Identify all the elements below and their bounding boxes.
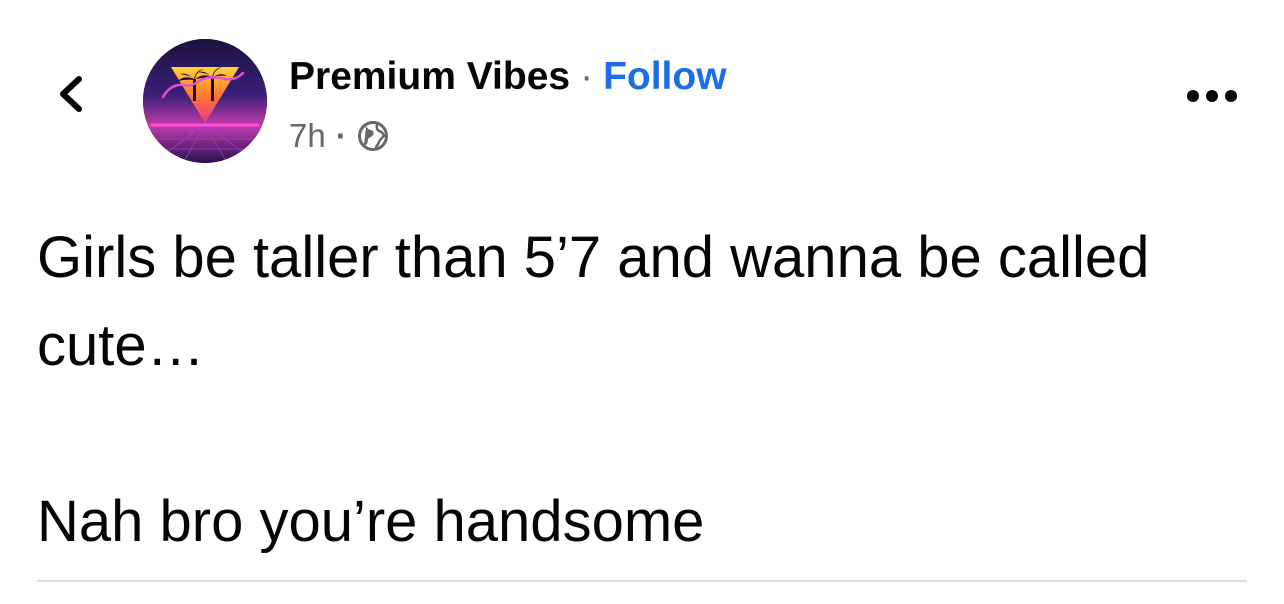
post-paragraph: Girls be taller than 5’7 and wanna be ca…: [37, 225, 1150, 378]
post-meta: 7h ·: [289, 114, 389, 158]
back-button[interactable]: [44, 68, 96, 120]
divider: [37, 580, 1247, 582]
separator-dot: ·: [580, 55, 594, 98]
follow-button[interactable]: Follow: [603, 52, 726, 102]
chevron-left-icon: [60, 76, 82, 112]
page-avatar-image: [143, 39, 267, 163]
meta-separator-dot: ·: [335, 117, 347, 154]
more-horizontal-icon: [1187, 90, 1237, 102]
post-paragraph: Nah bro you’re handsome: [37, 489, 705, 554]
more-options-button[interactable]: [1182, 78, 1242, 114]
post-time[interactable]: 7h: [289, 117, 326, 155]
avatar[interactable]: [143, 39, 267, 163]
page-name-link[interactable]: Premium Vibes: [289, 52, 570, 102]
post-body: Girls be taller than 5’7 and wanna be ca…: [37, 214, 1237, 566]
post-header: Premium Vibes · Follow: [289, 52, 727, 102]
globe-icon: [357, 120, 389, 152]
